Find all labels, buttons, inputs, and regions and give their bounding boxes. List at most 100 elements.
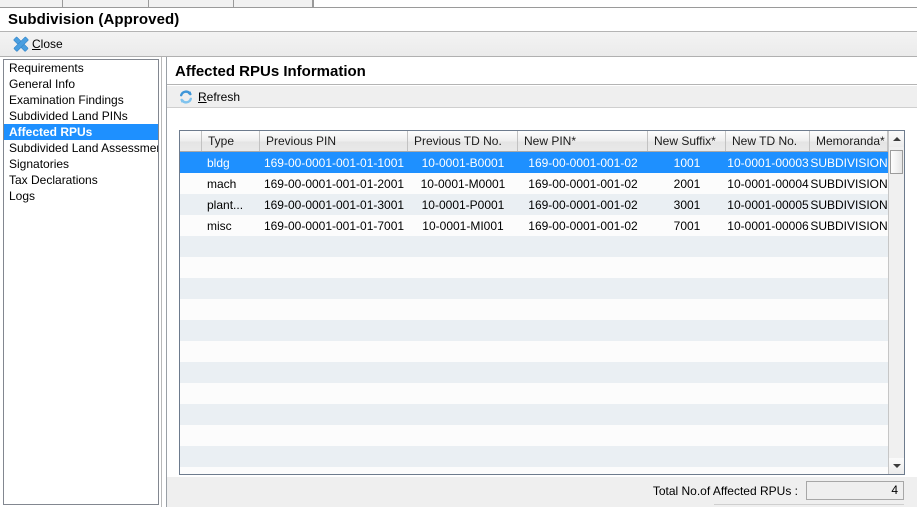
affected-rpus-table[interactable]: Type Previous PIN Previous TD No. New PIN* N… bbox=[179, 130, 905, 475]
table-header-cell-rowmarker[interactable] bbox=[180, 131, 202, 151]
table-empty-row[interactable] bbox=[180, 425, 889, 446]
navigation-sidebar[interactable]: Requirements General Info Examination Fi… bbox=[3, 59, 159, 505]
sidebar-item-requirements[interactable]: Requirements bbox=[4, 60, 158, 76]
table-cell[interactable]: 10-0001-M0001 bbox=[408, 173, 518, 194]
table-cell[interactable]: 10-0001-P0001 bbox=[408, 194, 518, 215]
sidebar-item-tax-declarations[interactable]: Tax Declarations bbox=[4, 172, 158, 188]
table-cell[interactable]: 169-00-0001-001-01-3001 bbox=[260, 194, 408, 215]
table-grid: Type Previous PIN Previous TD No. New PIN* N… bbox=[180, 131, 889, 474]
table-empty-row[interactable] bbox=[180, 383, 889, 404]
table-empty-cell bbox=[180, 236, 202, 257]
table-empty-cell bbox=[180, 404, 202, 425]
table-empty-cell bbox=[408, 446, 518, 467]
table-header-cell-previous-td-no[interactable]: Previous TD No. bbox=[408, 131, 518, 151]
table-empty-cell bbox=[202, 404, 260, 425]
table-empty-row[interactable] bbox=[180, 467, 889, 474]
table-cell[interactable]: 1001 bbox=[648, 152, 726, 173]
sidebar-item-general-info[interactable]: General Info bbox=[4, 76, 158, 92]
table-cell[interactable]: plant... bbox=[202, 194, 260, 215]
table-cell[interactable] bbox=[180, 152, 202, 173]
table-cell[interactable]: 10-0001-B0001 bbox=[408, 152, 518, 173]
table-empty-cell bbox=[260, 425, 408, 446]
table-empty-cell bbox=[202, 257, 260, 278]
table-empty-cell bbox=[260, 236, 408, 257]
table-cell[interactable]: SUBDIVISION bbox=[810, 152, 888, 173]
table-header-cell-new-td-no[interactable]: New TD No. bbox=[726, 131, 810, 151]
table-cell[interactable]: 3001 bbox=[648, 194, 726, 215]
table-header-row: Type Previous PIN Previous TD No. New PIN* N… bbox=[180, 131, 889, 152]
table-cell[interactable]: 169-00-0001-001-01-7001 bbox=[260, 215, 408, 236]
table-empty-row[interactable] bbox=[180, 257, 889, 278]
table-empty-row[interactable] bbox=[180, 236, 889, 257]
table-cell[interactable]: SUBDIVISION bbox=[810, 173, 888, 194]
table-empty-cell bbox=[648, 425, 726, 446]
table-cell[interactable]: 169-00-0001-001-02 bbox=[518, 194, 648, 215]
close-accel-letter: C bbox=[32, 37, 41, 51]
table-empty-cell bbox=[518, 404, 648, 425]
table-cell[interactable]: 169-00-0001-001-01-1001 bbox=[260, 152, 408, 173]
table-empty-row[interactable] bbox=[180, 341, 889, 362]
table-empty-cell bbox=[518, 236, 648, 257]
table-vertical-scrollbar[interactable] bbox=[888, 131, 904, 474]
table-cell[interactable]: bldg bbox=[202, 152, 260, 173]
table-empty-cell bbox=[726, 299, 810, 320]
table-empty-row[interactable] bbox=[180, 299, 889, 320]
table-cell[interactable]: 10-0001-00003 bbox=[726, 152, 810, 173]
table-empty-cell bbox=[648, 320, 726, 341]
table-empty-cell bbox=[260, 404, 408, 425]
sidebar-item-signatories[interactable]: Signatories bbox=[4, 156, 158, 172]
table-header-cell-type[interactable]: Type bbox=[202, 131, 260, 151]
table-empty-cell bbox=[810, 404, 888, 425]
table-row[interactable]: misc 169-00-0001-001-01-7001 10-0001-MI001… bbox=[180, 215, 889, 236]
table-cell[interactable] bbox=[180, 173, 202, 194]
table-empty-cell bbox=[408, 320, 518, 341]
close-button-label: Close bbox=[32, 37, 63, 51]
table-header-cell-previous-pin[interactable]: Previous PIN bbox=[260, 131, 408, 151]
table-row[interactable]: mach 169-00-0001-001-01-2001 10-0001-M0001… bbox=[180, 173, 889, 194]
table-cell[interactable]: 169-00-0001-001-02 bbox=[518, 173, 648, 194]
panel-splitter[interactable] bbox=[160, 57, 165, 507]
sidebar-item-subdivided-land-assessments[interactable]: Subdivided Land Assessments bbox=[4, 140, 158, 156]
table-empty-row[interactable] bbox=[180, 404, 889, 425]
table-empty-cell bbox=[180, 341, 202, 362]
table-cell[interactable]: 10-0001-MI001 bbox=[408, 215, 518, 236]
sidebar-item-subdivided-land-pins[interactable]: Subdivided Land PINs bbox=[4, 108, 158, 124]
table-row[interactable]: plant... 169-00-0001-001-01-3001 10-0001-P… bbox=[180, 194, 889, 215]
table-empty-cell bbox=[408, 383, 518, 404]
table-cell[interactable] bbox=[180, 194, 202, 215]
table-cell[interactable]: SUBDIVISION bbox=[810, 215, 888, 236]
close-button[interactable]: Close bbox=[10, 34, 66, 55]
table-header-cell-memoranda[interactable]: Memoranda* bbox=[810, 131, 888, 151]
table-cell[interactable]: 169-00-0001-001-02 bbox=[518, 215, 648, 236]
table-empty-cell bbox=[202, 278, 260, 299]
table-cell[interactable] bbox=[180, 215, 202, 236]
table-row[interactable]: bldg 169-00-0001-001-01-1001 10-0001-B0001… bbox=[180, 152, 889, 173]
table-header-cell-new-pin[interactable]: New PIN* bbox=[518, 131, 648, 151]
scroll-up-arrow-icon[interactable] bbox=[889, 131, 904, 147]
table-empty-row[interactable] bbox=[180, 278, 889, 299]
scroll-down-arrow-icon[interactable] bbox=[889, 458, 904, 474]
table-empty-row[interactable] bbox=[180, 362, 889, 383]
table-cell[interactable]: 10-0001-00006 bbox=[726, 215, 810, 236]
refresh-button[interactable]: Refresh bbox=[175, 86, 243, 107]
sidebar-item-affected-rpus[interactable]: Affected RPUs bbox=[4, 124, 158, 140]
table-cell[interactable]: 169-00-0001-001-01-2001 bbox=[260, 173, 408, 194]
total-affected-rpus-value: 4 bbox=[806, 481, 904, 500]
sidebar-item-examination-findings[interactable]: Examination Findings bbox=[4, 92, 158, 108]
sidebar-item-logs[interactable]: Logs bbox=[4, 188, 158, 204]
table-header-cell-new-suffix[interactable]: New Suffix* bbox=[648, 131, 726, 151]
table-cell[interactable]: mach bbox=[202, 173, 260, 194]
table-cell[interactable]: 10-0001-00004 bbox=[726, 173, 810, 194]
footer-underline bbox=[714, 504, 904, 505]
scroll-thumb[interactable] bbox=[890, 150, 903, 174]
table-empty-cell bbox=[408, 362, 518, 383]
table-empty-row[interactable] bbox=[180, 446, 889, 467]
table-cell[interactable]: SUBDIVISION bbox=[810, 194, 888, 215]
table-cell[interactable]: 2001 bbox=[648, 173, 726, 194]
table-cell[interactable]: 10-0001-00005 bbox=[726, 194, 810, 215]
table-cell[interactable]: 169-00-0001-001-02 bbox=[518, 152, 648, 173]
table-empty-cell bbox=[260, 383, 408, 404]
table-empty-row[interactable] bbox=[180, 320, 889, 341]
table-cell[interactable]: misc bbox=[202, 215, 260, 236]
table-cell[interactable]: 7001 bbox=[648, 215, 726, 236]
